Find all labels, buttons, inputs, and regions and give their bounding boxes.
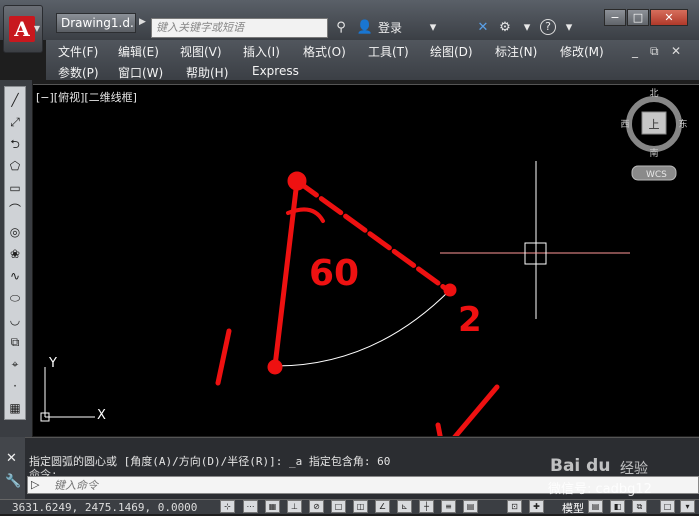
- doc-close-button[interactable]: ✕: [671, 44, 681, 58]
- arc-entity: [272, 289, 451, 367]
- doc-restore-button[interactable]: ⧉: [650, 44, 659, 59]
- 3d-osnap-toggle[interactable]: ◫: [353, 500, 368, 513]
- polygon-icon[interactable]: ⬠: [6, 157, 24, 175]
- watermark-brand: Bai du: [550, 456, 611, 476]
- lineweight-toggle[interactable]: ≡: [441, 500, 456, 513]
- snap-mode-toggle[interactable]: ⋯: [243, 500, 258, 513]
- help-icon[interactable]: ?: [540, 19, 556, 35]
- ellipse-icon[interactable]: ⬭: [6, 289, 24, 307]
- compass-west-label[interactable]: 西: [620, 119, 629, 130]
- selection-cycling-toggle[interactable]: ⊡: [507, 500, 522, 513]
- compass-south-label[interactable]: 南: [649, 147, 658, 159]
- viewcube[interactable]: 上 北 南 西 东 WCS: [620, 88, 688, 181]
- insert-block-icon[interactable]: ⧉: [6, 333, 24, 351]
- ucs-y-label: Y: [48, 356, 57, 371]
- workspace-icon[interactable]: □: [660, 500, 675, 513]
- circle-icon[interactable]: ◎: [6, 223, 24, 241]
- point2-annotation-text: 2: [458, 300, 482, 340]
- grid-display-toggle[interactable]: ▦: [265, 500, 280, 513]
- connect-icon[interactable]: ⚙: [496, 19, 514, 37]
- layout-icon[interactable]: ▤: [588, 500, 603, 513]
- menu-file[interactable]: 文件(F): [58, 43, 98, 60]
- drawing-viewport[interactable]: [−][俯视][二维线框] 60 1 2 Y X: [33, 84, 699, 436]
- menu-window[interactable]: 窗口(W): [118, 64, 163, 81]
- transparency-toggle[interactable]: ▤: [463, 500, 478, 513]
- dynamic-ucs-toggle[interactable]: ⊾: [397, 500, 412, 513]
- menu-format[interactable]: 格式(O): [303, 43, 346, 60]
- wrench-icon[interactable]: 🔧: [5, 474, 21, 489]
- arc-icon[interactable]: ⌒: [6, 201, 24, 219]
- line-tool-icon[interactable]: ╱: [6, 91, 24, 109]
- search-input[interactable]: [151, 18, 328, 38]
- doc-minimize-button[interactable]: _: [632, 44, 638, 58]
- quick-view-drawings-icon[interactable]: ⧉: [632, 500, 647, 513]
- command-window-strip: [0, 437, 25, 499]
- menu-express[interactable]: Express: [252, 64, 299, 78]
- menu-dimension[interactable]: 标注(N): [495, 43, 537, 60]
- construction-line-icon[interactable]: ⤢: [6, 113, 24, 131]
- red-annotation: [215, 171, 500, 436]
- login-button[interactable]: 登录: [378, 19, 402, 36]
- tab-arrow-icon[interactable]: ▶: [139, 17, 149, 31]
- hatch-icon[interactable]: ▦: [6, 399, 24, 417]
- maximize-button[interactable]: □: [627, 9, 649, 26]
- minimize-button[interactable]: −: [604, 9, 626, 26]
- command-input[interactable]: [54, 477, 474, 493]
- polyline-icon[interactable]: ⮌: [6, 135, 24, 153]
- baidu-watermark: Bai du 经验 微信号: cadbg12: [548, 456, 698, 497]
- make-block-icon[interactable]: ⌖: [6, 355, 24, 373]
- watermark-brand-suffix: 经验: [620, 461, 648, 477]
- quick-view-icon[interactable]: ◧: [610, 500, 625, 513]
- menu-parametric[interactable]: 参数(P): [58, 64, 99, 81]
- menu-insert[interactable]: 插入(I): [243, 43, 280, 60]
- exchange-icon[interactable]: ✕: [474, 19, 492, 37]
- viewcube-top-label: 上: [649, 118, 660, 131]
- menu-edit[interactable]: 编辑(E): [118, 43, 159, 60]
- document-tab[interactable]: Drawing1.d...: [56, 13, 136, 33]
- menu-tools[interactable]: 工具(T): [368, 43, 409, 60]
- polar-tracking-toggle[interactable]: ⊘: [309, 500, 324, 513]
- otrack-toggle[interactable]: ∠: [375, 500, 390, 513]
- menu-view[interactable]: 视图(V): [180, 43, 222, 60]
- dynamic-input-toggle[interactable]: ┼: [419, 500, 434, 513]
- menu-draw[interactable]: 绘图(D): [430, 43, 473, 60]
- ortho-mode-toggle[interactable]: ⊥: [287, 500, 302, 513]
- point-icon[interactable]: ·: [6, 377, 24, 395]
- command-prompt-icon: ▷: [31, 478, 40, 491]
- wcs-label: WCS: [646, 170, 667, 180]
- angle-annotation-text: 60: [309, 253, 359, 294]
- watermark-wechat: 微信号: cadbg12: [548, 482, 652, 497]
- close-icon[interactable]: ✕: [6, 451, 17, 466]
- compass-north-label[interactable]: 北: [649, 88, 658, 99]
- command-history-line: 指定圆弧的圆心或 [角度(A)/方向(D)/半径(R)]: _a 指定包含角: …: [29, 455, 391, 468]
- annotation-monitor-toggle[interactable]: ✚: [529, 500, 544, 513]
- menu-modify[interactable]: 修改(M): [560, 43, 604, 60]
- compass-east-label[interactable]: 东: [678, 118, 687, 130]
- chevron-down-icon: ▼: [33, 24, 40, 33]
- close-button[interactable]: ✕: [650, 9, 688, 26]
- autocad-logo-icon: A: [9, 16, 35, 42]
- draw-toolbar: ╱ ⤢ ⮌ ⬠ ▭ ⌒ ◎ ❀ ∿ ⬭ ◡ ⧉ ⌖ · ▦: [4, 86, 26, 420]
- menu-help[interactable]: 帮助(H): [186, 64, 228, 81]
- object-snap-toggle[interactable]: □: [331, 500, 346, 513]
- coordinate-readout[interactable]: 3631.6249, 2475.1469, 0.0000: [12, 501, 197, 514]
- status-menu-icon[interactable]: ▾: [680, 500, 695, 513]
- help-dropdown-icon[interactable]: ▾: [560, 19, 578, 37]
- infer-constraints-toggle[interactable]: ⊹: [220, 500, 235, 513]
- revision-cloud-icon[interactable]: ❀: [6, 245, 24, 263]
- ucs-x-label: X: [97, 408, 106, 423]
- dropdown-icon[interactable]: ▾: [518, 19, 536, 37]
- binoculars-icon[interactable]: ⚲: [332, 19, 350, 37]
- down-arrow-icon[interactable]: ▾: [424, 19, 442, 37]
- spline-icon[interactable]: ∿: [6, 267, 24, 285]
- rectangle-icon[interactable]: ▭: [6, 179, 24, 197]
- application-menu-button[interactable]: A ▼: [3, 5, 43, 53]
- user-icon[interactable]: 👤: [356, 19, 374, 37]
- drawing-canvas: 60 1 2 Y X 上 北 南 西 东 WCS: [40, 88, 688, 436]
- ellipse-arc-icon[interactable]: ◡: [6, 311, 24, 329]
